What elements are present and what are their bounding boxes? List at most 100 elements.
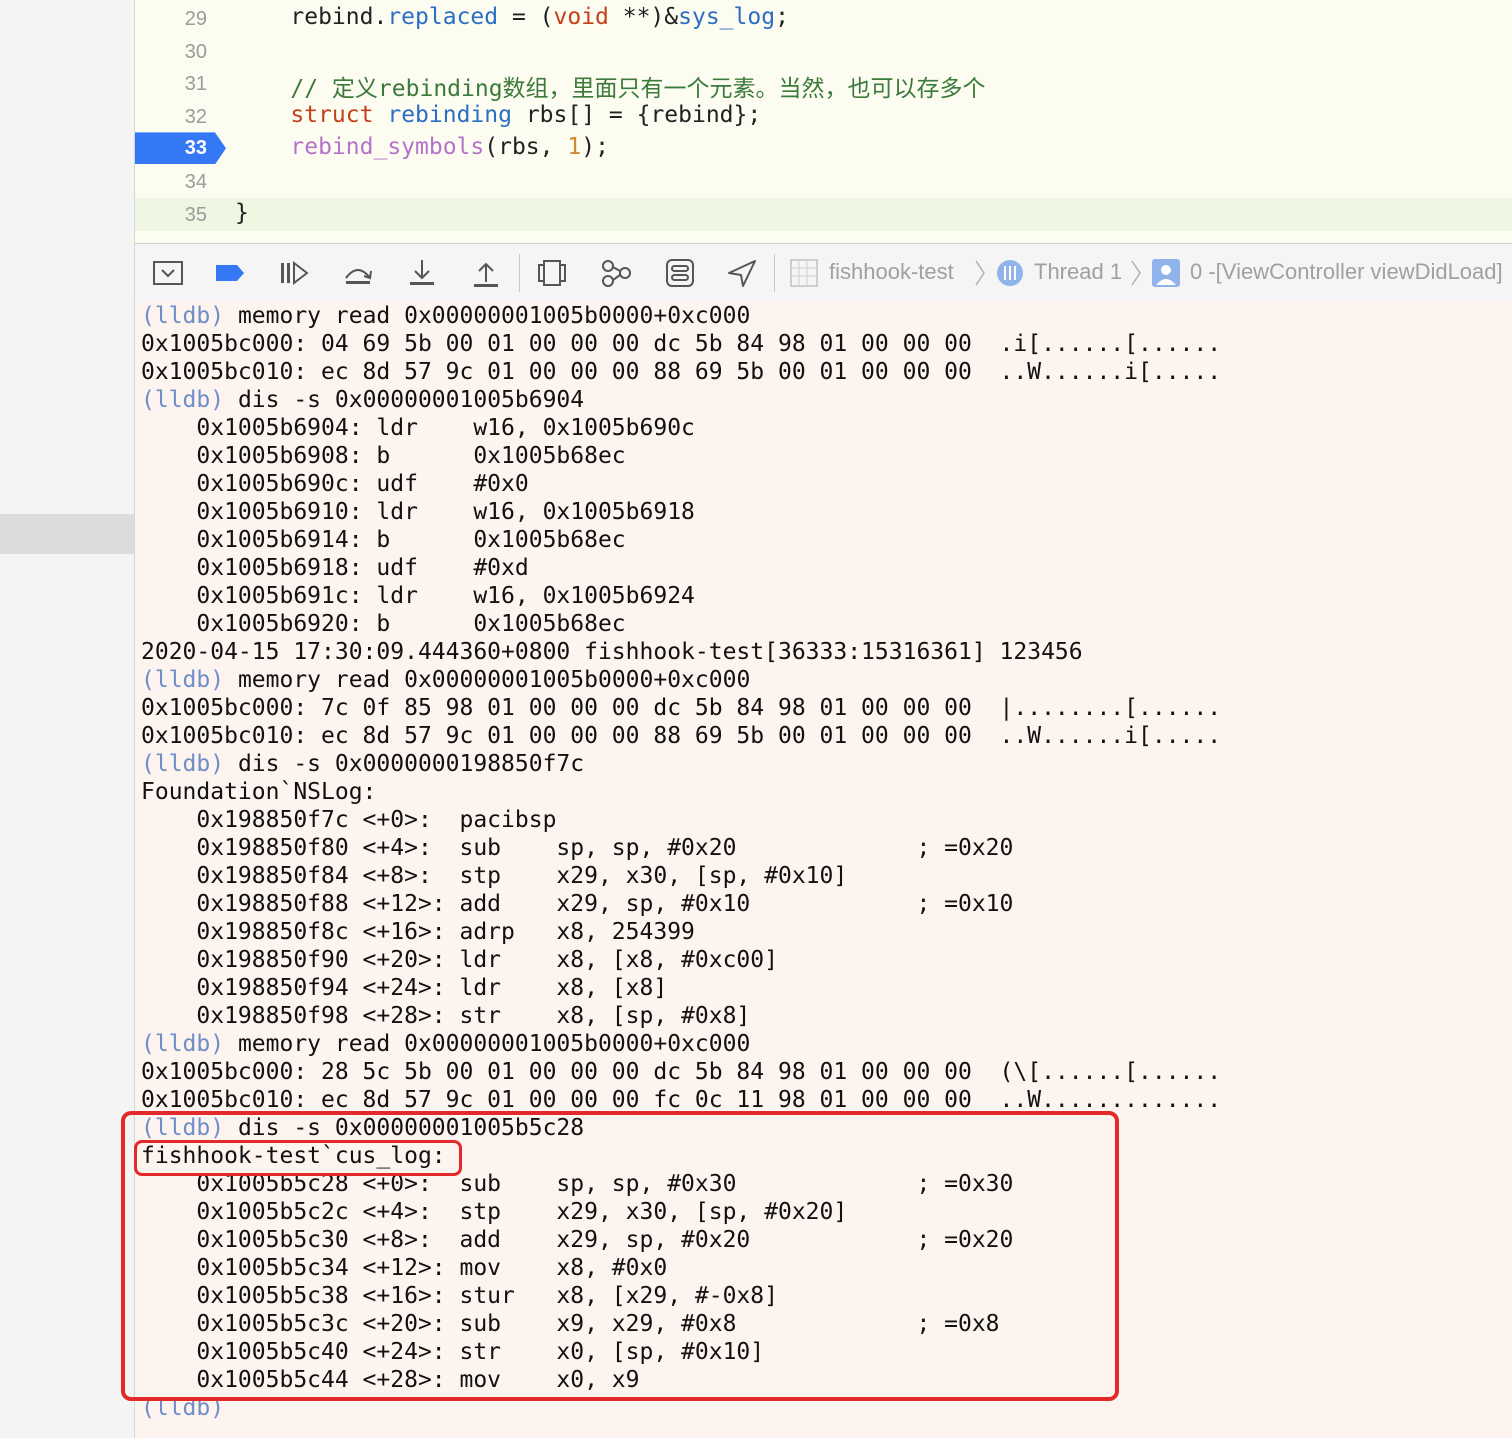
- code-token: **)&: [608, 4, 679, 30]
- editor-line[interactable]: 29 rebind.replaced = (void **)&sys_log;: [135, 2, 1512, 35]
- console-output: 0x1005bc010: ec 8d 57 9c 01 00 00 00 88 …: [141, 723, 1222, 749]
- code-token: }: [235, 199, 249, 226]
- console-line: 0x1005bc010: ec 8d 57 9c 01 00 00 00 fc …: [141, 1086, 1221, 1114]
- console-output: Foundation`NSLog:: [141, 779, 377, 805]
- code-token: (rbs,: [484, 134, 568, 161]
- console-output: 0x1005b6904: ldr w16, 0x1005b690c: [141, 415, 695, 441]
- console-line: 0x198850f90 <+20>: ldr x8, [x8, #0xc00]: [141, 946, 778, 974]
- console-line: 0x1005bc000: 28 5c 5b 00 01 00 00 00 dc …: [141, 1058, 1221, 1086]
- code-token: replaced: [387, 4, 499, 30]
- console-line: Foundation`NSLog:: [141, 778, 376, 806]
- breakpoints-toggle-icon[interactable]: [213, 256, 247, 290]
- current-line-number: 33: [184, 137, 207, 160]
- highlight-box-symbol: [134, 1140, 462, 1176]
- lldb-prompt: (lldb): [141, 1031, 225, 1057]
- code-token: rebind.: [235, 4, 388, 30]
- code-token: sys_log: [678, 4, 776, 30]
- step-out-icon[interactable]: [469, 256, 503, 290]
- console-line: 0x1005bc000: 04 69 5b 00 01 00 00 00 dc …: [141, 330, 1221, 358]
- code-token: rebind_symbols: [290, 134, 485, 161]
- code-token: ;: [775, 4, 789, 30]
- console-line: 0x198850f80 <+4>: sub sp, sp, #0x20 ; =0…: [141, 834, 1013, 862]
- debug-view-hierarchy-icon[interactable]: [535, 256, 569, 290]
- console-output: 0x1005b6918: udf #0xd: [141, 555, 529, 581]
- editor-line[interactable]: 34: [135, 165, 1512, 198]
- app-target-icon: [790, 259, 818, 287]
- console-line: 0x198850f88 <+12>: add x29, sp, #0x10 ; …: [141, 890, 1013, 918]
- editor-line[interactable]: 33 rebind_symbols(rbs, 1);: [135, 132, 1512, 165]
- console-command: memory read 0x00000001005b0000+0xc000: [224, 667, 751, 693]
- console-line: 0x1005bc010: ec 8d 57 9c 01 00 00 00 88 …: [141, 358, 1221, 386]
- console-line: 0x1005b691c: ldr w16, 0x1005b6924: [141, 582, 695, 610]
- console-line: 0x198850f7c <+0>: pacibsp: [141, 806, 556, 834]
- editor-line[interactable]: 32 struct rebinding rbs[] = {rebind};: [135, 100, 1512, 133]
- console-line: 0x1005b6914: b 0x1005b68ec: [141, 526, 626, 554]
- source-editor[interactable]: 29 rebind.replaced = (void **)&sys_log; 3…: [135, 0, 1512, 243]
- console-output: 0x1005b691c: ldr w16, 0x1005b6924: [141, 583, 695, 609]
- console-output: 0x1005b6910: ldr w16, 0x1005b6918: [141, 499, 695, 525]
- lldb-prompt: (lldb): [141, 303, 225, 329]
- console-output: 0x1005b6920: b 0x1005b68ec: [141, 611, 626, 637]
- editor-line[interactable]: 30: [135, 35, 1512, 68]
- console-line: 0x1005b6910: ldr w16, 0x1005b6918: [141, 498, 695, 526]
- console-line: 2020-04-15 17:30:09.444360+0800 fishhook…: [141, 638, 1083, 666]
- console-output: 0x1005b6914: b 0x1005b68ec: [141, 527, 626, 553]
- console-output: 0x1005b690c: udf #0x0: [141, 471, 529, 497]
- code-token: void: [553, 4, 609, 30]
- step-into-icon[interactable]: [405, 256, 439, 290]
- console-command: memory read 0x00000001005b0000+0xc000: [224, 1031, 751, 1057]
- code-token: 1: [567, 134, 582, 161]
- console-output: 0x1005bc000: 28 5c 5b 00 01 00 00 00 dc …: [141, 1059, 1222, 1085]
- console-command: dis -s 0x00000001005b6904: [224, 387, 585, 413]
- toolbar-separator: [519, 254, 520, 292]
- code-token: );: [581, 134, 609, 161]
- console-output: 0x198850f98 <+28>: str x8, [sp, #0x8]: [141, 1003, 751, 1029]
- breadcrumb-thread[interactable]: Thread 1: [1034, 259, 1122, 285]
- environment-overrides-icon[interactable]: [663, 256, 697, 290]
- console-command: memory read 0x00000001005b0000+0xc000: [224, 303, 751, 329]
- editor-line[interactable]: 31 // 定义rebinding数组，里面只有一个元素。当然，也可以存多个: [135, 67, 1512, 103]
- stack-frame-user-icon: [1152, 259, 1180, 287]
- breadcrumb-target[interactable]: fishhook-test: [829, 259, 954, 285]
- breakpoint-indicator[interactable]: 33: [135, 132, 226, 165]
- chevron-right-icon: [975, 260, 985, 286]
- console-output: 0x1005bc010: ec 8d 57 9c 01 00 00 00 fc …: [141, 1087, 1222, 1113]
- sidebar-selected-row[interactable]: [0, 514, 134, 554]
- code-text: }: [235, 200, 249, 226]
- lldb-prompt: (lldb): [141, 667, 225, 693]
- line-number: 31: [184, 73, 207, 96]
- console-output: 0x198850f7c <+0>: pacibsp: [141, 807, 557, 833]
- console-output: 2020-04-15 17:30:09.444360+0800 fishhook…: [141, 639, 1083, 665]
- simulate-location-icon[interactable]: [725, 256, 759, 290]
- console-output: 0x1005bc000: 7c 0f 85 98 01 00 00 00 dc …: [141, 695, 1222, 721]
- console-output: 0x1005b6908: b 0x1005b68ec: [141, 443, 626, 469]
- console-line: 0x1005bc000: 7c 0f 85 98 01 00 00 00 dc …: [141, 694, 1221, 722]
- console-command: dis -s 0x0000000198850f7c: [224, 751, 585, 777]
- console-line: 0x198850f84 <+8>: stp x29, x30, [sp, #0x…: [141, 862, 847, 890]
- editor-line[interactable]: 35}: [135, 197, 1512, 231]
- memory-graph-icon[interactable]: [599, 256, 633, 290]
- continue-icon[interactable]: [277, 256, 311, 290]
- console-line: 0x198850f8c <+16>: adrp x8, 254399: [141, 918, 695, 946]
- hide-debug-area-icon[interactable]: [151, 256, 185, 290]
- console-line: 0x1005b6904: ldr w16, 0x1005b690c: [141, 414, 695, 442]
- console-line: (lldb) memory read 0x00000001005b0000+0x…: [141, 302, 750, 330]
- console-line: 0x1005b6908: b 0x1005b68ec: [141, 442, 626, 470]
- line-number: 35: [184, 203, 207, 226]
- console-line: (lldb) memory read 0x00000001005b0000+0x…: [141, 1030, 750, 1058]
- console-output: 0x198850f8c <+16>: adrp x8, 254399: [141, 919, 695, 945]
- code-text: // 定义rebinding数组，里面只有一个元素。当然，也可以存多个: [235, 69, 985, 103]
- console-line: 0x1005b690c: udf #0x0: [141, 470, 529, 498]
- lldb-prompt: (lldb): [141, 387, 225, 413]
- code-token: rbs[] = {rebind};: [511, 101, 762, 128]
- navigator-sidebar: [0, 0, 135, 1438]
- console-line: 0x198850f98 <+28>: str x8, [sp, #0x8]: [141, 1002, 750, 1030]
- step-over-icon[interactable]: [341, 256, 375, 290]
- breadcrumb-frame[interactable]: 0 -[ViewController viewDidLoad]: [1190, 259, 1503, 285]
- code-token: rebinding: [387, 101, 512, 128]
- console-line: (lldb) dis -s 0x00000001005b6904: [141, 386, 584, 414]
- console-line: 0x198850f94 <+24>: ldr x8, [x8]: [141, 974, 667, 1002]
